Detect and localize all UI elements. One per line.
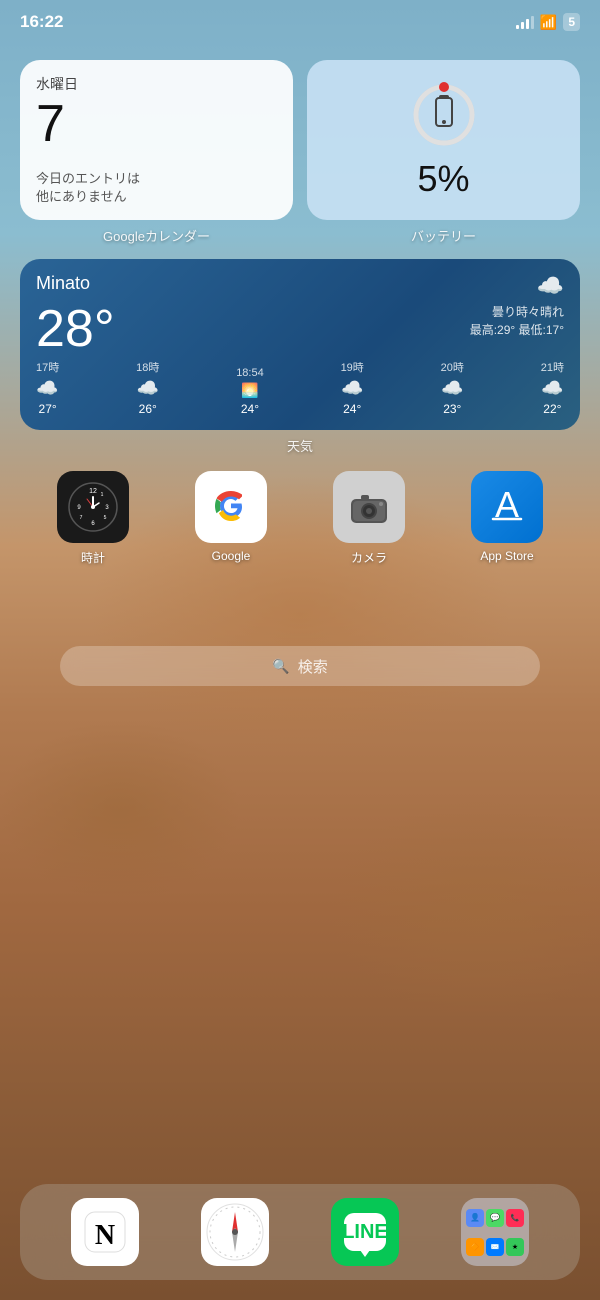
calendar-note: 今日のエントリは他にありません [36,170,277,206]
line-dock-item[interactable]: LINE [331,1198,399,1266]
calendar-widget-label: Googleカレンダー [20,226,293,245]
search-placeholder: 検索 [298,656,328,677]
calendar-date: 7 [36,96,277,153]
notion-dock-item[interactable]: N [71,1198,139,1266]
svg-text:N: N [95,1220,115,1251]
weather-cloud-icon: ☁️ [537,273,564,299]
safari-dock-item[interactable] [201,1198,269,1266]
wifi-icon: 📶 [540,14,557,31]
notion-dock-icon[interactable]: N [71,1198,139,1266]
clock-app-icon[interactable]: 12 3 6 9 1 5 7 [57,471,129,543]
clock-app-item[interactable]: 12 3 6 9 1 5 7 時計 [38,471,148,566]
weather-hour-6: 21時 ☁️ 22° [541,359,564,416]
camera-app-label: カメラ [351,549,387,566]
apps-row: 12 3 6 9 1 5 7 時計 [20,471,580,566]
main-content: 水曜日 7 今日のエントリは他にありません Googleカレンダー [0,44,600,1300]
appstore-icon-svg: A [485,485,529,529]
calendar-widget[interactable]: 水曜日 7 今日のエントリは他にありません [20,60,293,220]
svg-text:12: 12 [89,488,97,495]
google-app-icon[interactable] [195,471,267,543]
battery-status-bar: 5 [563,13,580,31]
weather-hour-3: 18:54 🌅 24° [236,367,264,416]
weather-widget[interactable]: Minato ☁️ 28° 曇り時々晴れ 最高:29° 最低:17° 17時 ☁… [20,259,580,430]
appstore-app-item[interactable]: A App Store [452,471,562,566]
mini-app-app3: ★ [506,1238,524,1256]
weather-hour-2: 18時 ☁️ 26° [136,359,159,416]
battery-ring [409,80,479,150]
calendar-day: 水曜日 [36,74,277,94]
line-bubble: LINE [344,1213,386,1251]
clock-face-svg: 12 3 6 9 1 5 7 [67,481,119,533]
clock-app-label: 時計 [81,549,105,566]
weather-hour-4: 19時 ☁️ 24° [341,359,364,416]
status-bar: 16:22 📶 5 [0,0,600,44]
weather-hour-5: 20時 ☁️ 23° [441,359,464,416]
status-icons: 📶 5 [516,13,580,31]
svg-text:1: 1 [101,492,104,498]
battery-widget-label: バッテリー [307,226,580,245]
weather-hour-1: 17時 ☁️ 27° [36,359,59,416]
battery-widget[interactable]: 5% [307,60,580,220]
mini-app-app2: 🔶 [466,1238,484,1256]
appstore-app-label: App Store [480,549,533,563]
weather-description: 曇り時々晴れ 最高:29° 最低:17° [470,303,564,339]
camera-app-item[interactable]: カメラ [314,471,424,566]
camera-app-icon[interactable] [333,471,405,543]
widgets-row-1: 水曜日 7 今日のエントリは他にありません Googleカレンダー [20,60,580,245]
weather-widget-label: 天気 [20,436,580,455]
notion-icon-svg: N [83,1210,127,1254]
weather-city: Minato [36,273,90,294]
battery-widget-col: 5% バッテリー [307,60,580,245]
dock: N LINE [20,1184,580,1280]
weather-header: Minato ☁️ [36,273,564,299]
folder-dock-item[interactable]: 👤 💬 📞 🔶 ✉️ ★ [461,1198,529,1266]
safari-dock-icon[interactable] [201,1198,269,1266]
calendar-widget-col: 水曜日 7 今日のエントリは他にありません Googleカレンダー [20,60,293,245]
signal-icon [516,15,534,29]
weather-hourly: 17時 ☁️ 27° 18時 ☁️ 26° 18:54 🌅 24° 19時 ☁️… [36,359,564,416]
safari-icon-svg [201,1198,269,1266]
mini-app-mail: ✉️ [486,1238,504,1256]
line-dock-icon[interactable]: LINE [331,1198,399,1266]
google-app-item[interactable]: Google [176,471,286,566]
weather-temp: 28° [36,303,115,355]
folder-dock-icon[interactable]: 👤 💬 📞 🔶 ✉️ ★ [461,1198,529,1266]
search-icon: 🔍 [272,658,289,675]
clock-time: 16:22 [20,12,63,32]
mini-app-messages: 💬 [486,1209,504,1227]
camera-icon-svg [347,485,391,529]
google-app-label: Google [212,549,251,563]
appstore-app-icon[interactable]: A [471,471,543,543]
svg-text:5: 5 [104,515,107,521]
svg-text:7: 7 [80,515,83,521]
battery-percent: 5% [417,158,469,200]
google-logo-svg [209,485,253,529]
mini-app-facetime: 📞 [506,1209,524,1227]
mini-app-contacts: 👤 [466,1209,484,1227]
search-bar[interactable]: 🔍 検索 [60,646,540,686]
